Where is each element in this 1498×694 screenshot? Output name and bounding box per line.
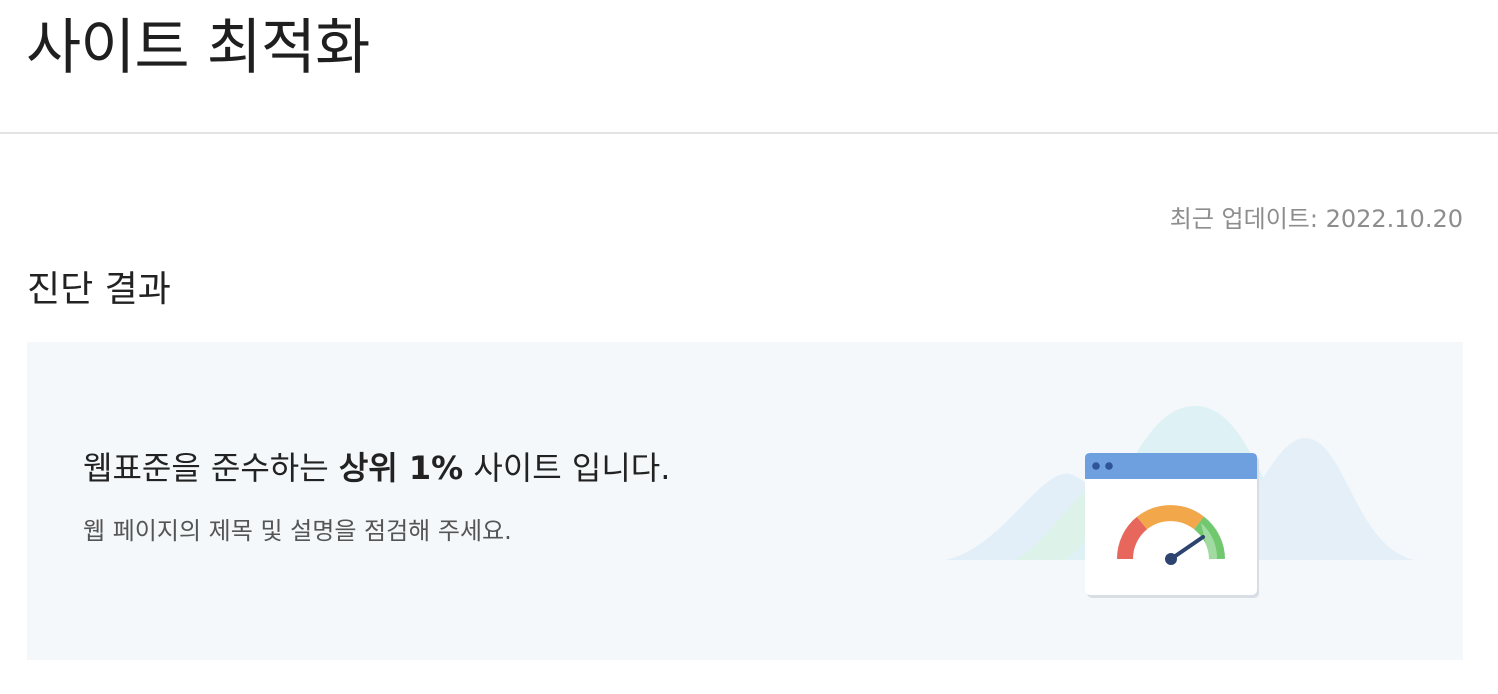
page-title: 사이트 최적화 <box>26 13 370 83</box>
headline-rank: 상위 1% <box>338 449 464 487</box>
result-subtext: 웹 페이지의 제목 및 설명을 점검해 주세요. <box>83 517 512 545</box>
browser-window <box>1085 453 1259 598</box>
headline-suffix: 사이트 입니다. <box>463 449 671 487</box>
section-title: 진단 결과 <box>27 269 171 310</box>
browser-speed-gauge-icon <box>945 406 1415 598</box>
diagnosis-result-card: 웹표준을 준수하는 상위 1% 사이트 입니다. 웹 페이지의 제목 및 설명을… <box>27 342 1463 660</box>
headline-prefix: 웹표준을 준수하는 <box>83 449 339 487</box>
result-headline: 웹표준을 준수하는 상위 1% 사이트 입니다. <box>83 446 670 490</box>
page-header: 사이트 최적화 <box>0 0 1498 134</box>
last-updated-text: 최근 업데이트: 2022.10.20 <box>1169 205 1463 233</box>
